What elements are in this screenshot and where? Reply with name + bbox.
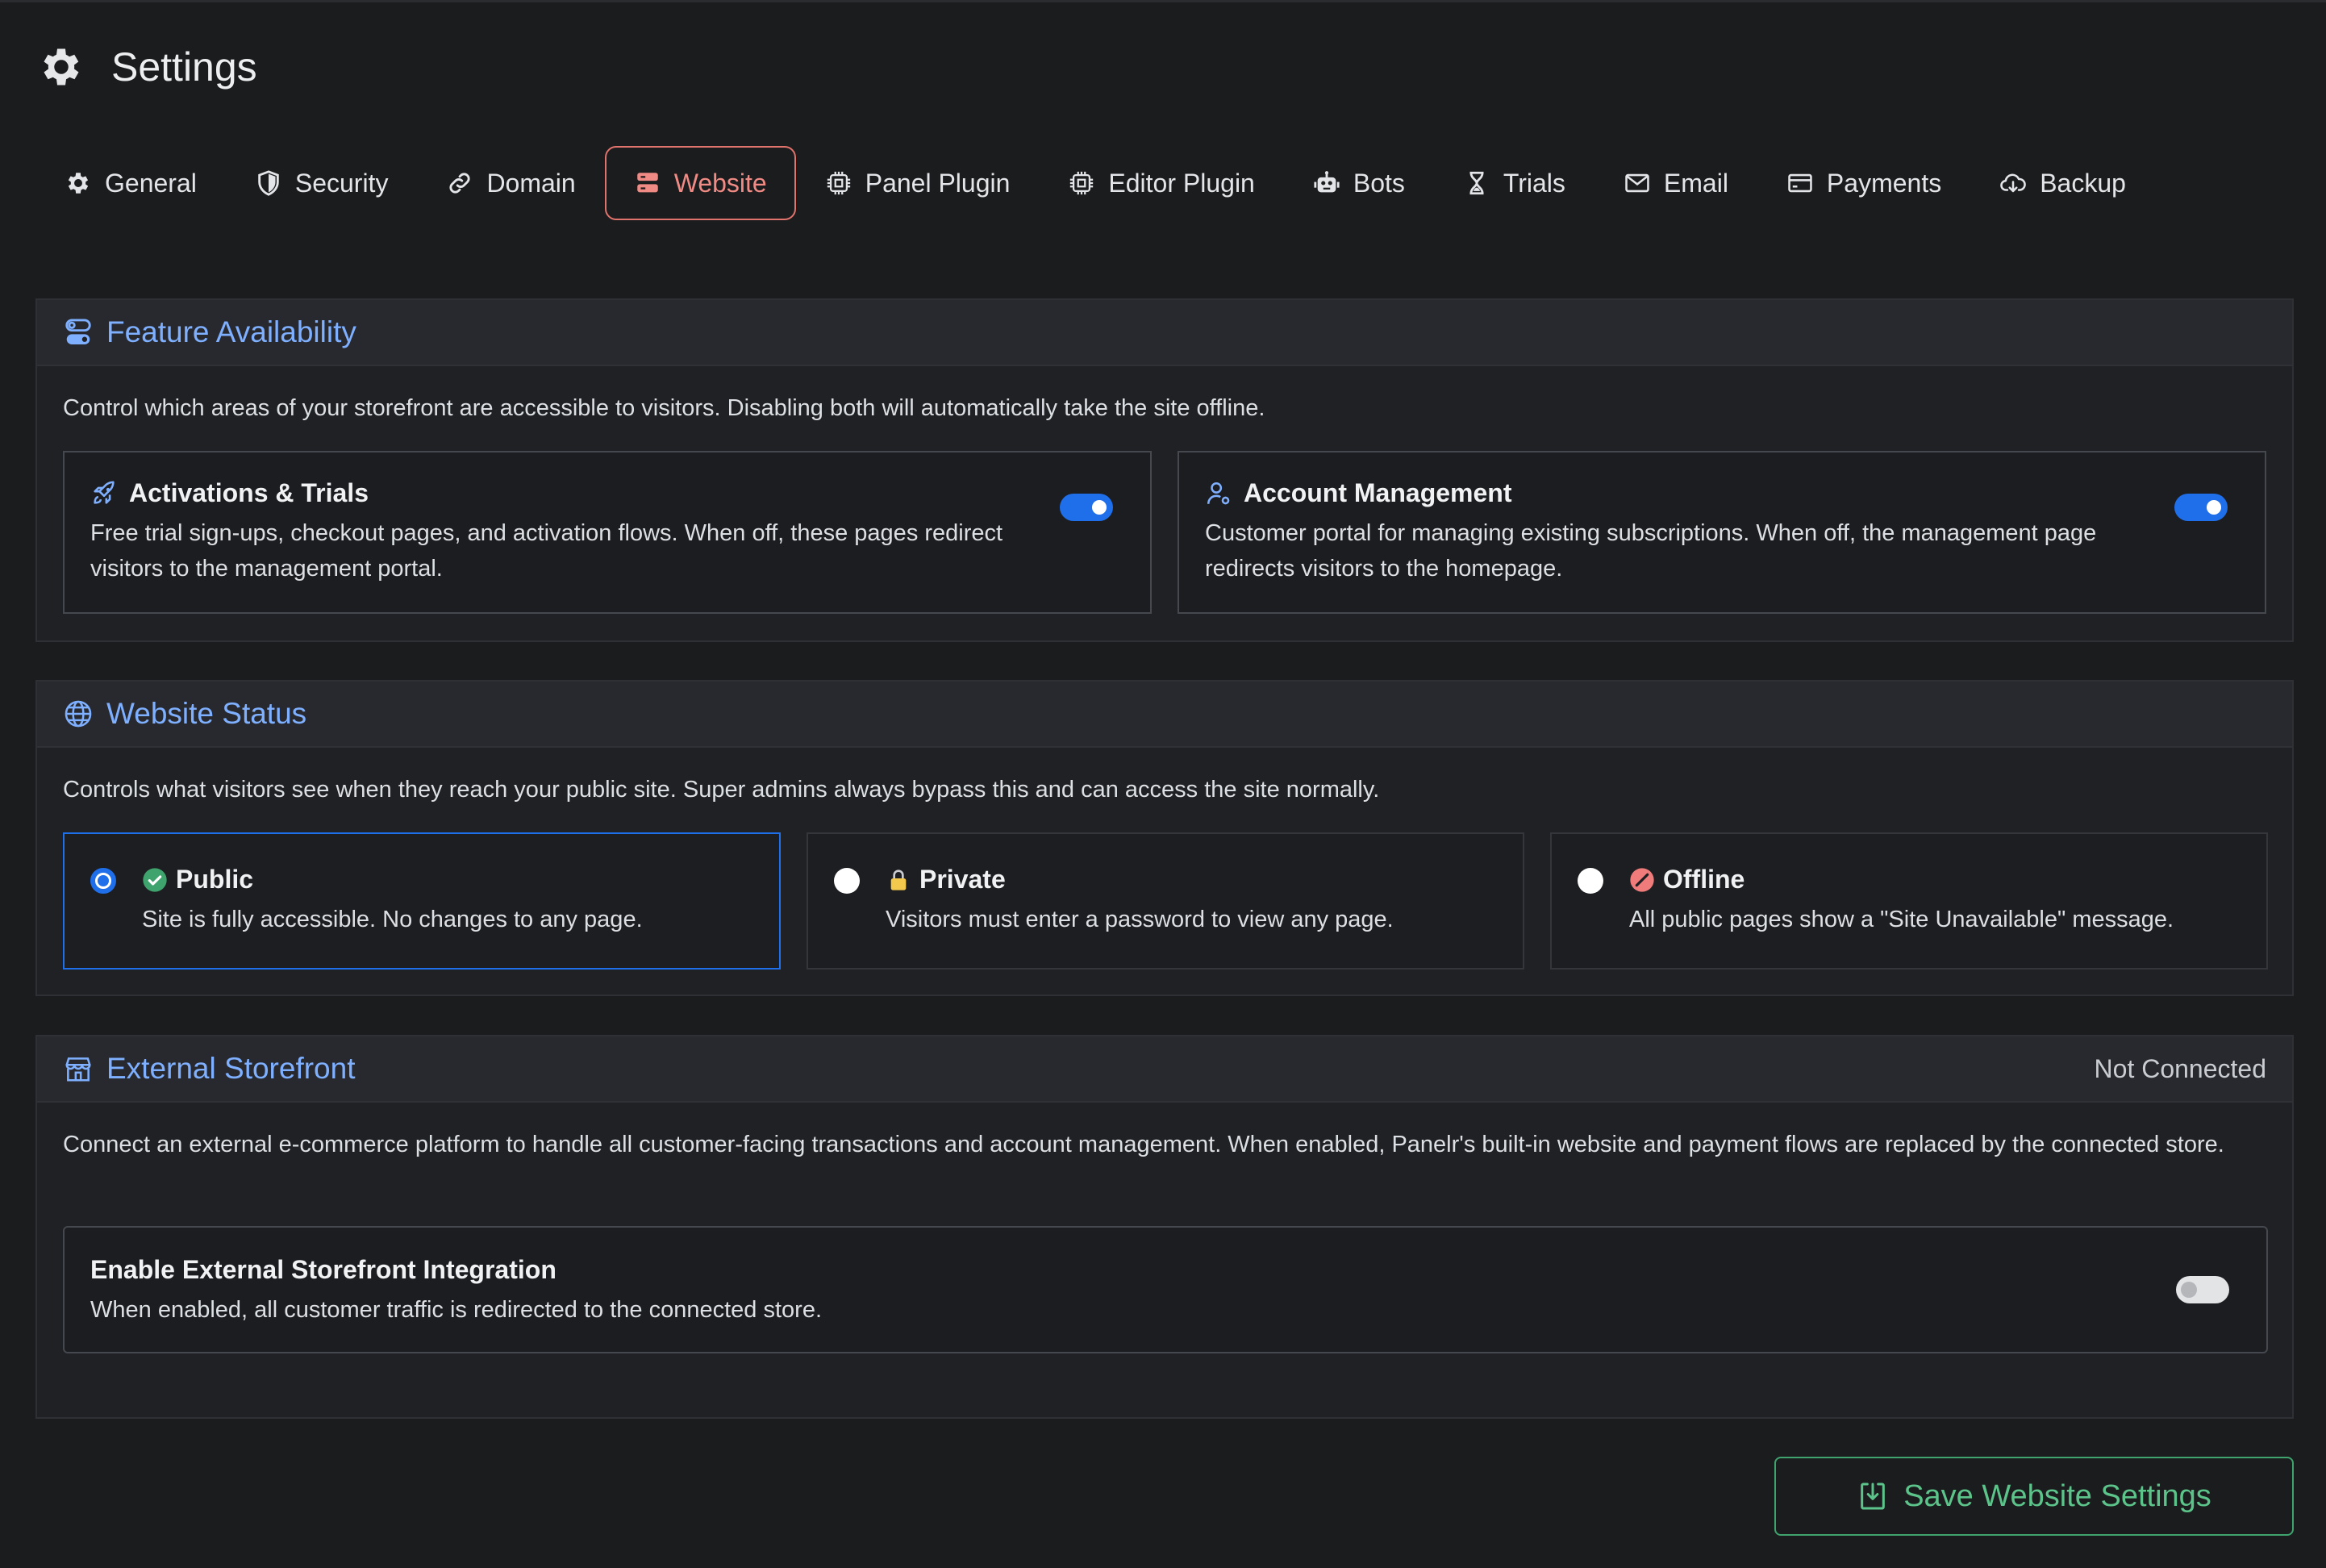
- option-title: Private: [886, 865, 1006, 895]
- option-label: Offline: [1663, 865, 1745, 894]
- card-description: Control which areas of your storefront a…: [63, 395, 1265, 421]
- tab-label: Website: [673, 168, 767, 198]
- integration-title: Enable External Storefront Integration: [90, 1255, 556, 1284]
- check-circle-icon: [143, 867, 167, 892]
- tab-label: Email: [1663, 168, 1728, 198]
- tab-email[interactable]: Email: [1594, 146, 1757, 220]
- card-title: Feature Availability: [106, 315, 356, 348]
- option-label: Public: [176, 865, 254, 894]
- chip-icon: [1070, 171, 1094, 195]
- tab-panel-plugin[interactable]: Panel Plugin: [796, 146, 1040, 220]
- activations-trials-panel: Activations & Trials Free trial sign-ups…: [63, 451, 1152, 614]
- tab-payments[interactable]: Payments: [1757, 146, 1970, 220]
- integration-description: When enabled, all customer traffic is re…: [90, 1297, 823, 1323]
- tab-website[interactable]: Website: [604, 146, 796, 220]
- status-option-public[interactable]: Public Site is fully accessible. No chan…: [63, 832, 781, 970]
- card-title: Website Status: [106, 697, 307, 730]
- tab-backup[interactable]: Backup: [1970, 146, 2155, 220]
- tab-domain[interactable]: Domain: [417, 146, 604, 220]
- connection-status: Not Connected: [2094, 1053, 2266, 1083]
- save-website-settings-button[interactable]: Save Website Settings: [1774, 1457, 2294, 1536]
- tab-label: General: [105, 168, 197, 198]
- status-option-private[interactable]: Private Visitors must enter a password t…: [807, 832, 1524, 970]
- card-header: Website Status: [37, 682, 2292, 748]
- tab-label: Editor Plugin: [1108, 168, 1255, 198]
- feature-title: Activations & Trials: [90, 478, 369, 508]
- tab-label: Trials: [1503, 168, 1565, 198]
- save-button-label: Save Website Settings: [1903, 1478, 2211, 1513]
- user-gear-icon: [1207, 482, 1230, 504]
- option-title: Public: [142, 865, 253, 895]
- tab-label: Domain: [486, 168, 576, 198]
- tab-label: Security: [294, 168, 389, 198]
- radio-private[interactable]: [834, 868, 860, 894]
- gear-icon: [68, 173, 89, 194]
- tab-label: Bots: [1353, 168, 1405, 198]
- option-label: Private: [919, 865, 1006, 894]
- tab-trials[interactable]: Trials: [1434, 146, 1594, 220]
- storefront-icon: [65, 1057, 91, 1082]
- chip-icon: [827, 171, 850, 195]
- option-description: All public pages show a "Site Unavailabl…: [1629, 907, 2174, 932]
- link-icon: [449, 173, 470, 194]
- page-title: Settings: [111, 44, 257, 90]
- external-storefront-card: External Storefront Not Connected Connec…: [35, 1035, 2294, 1419]
- status-option-offline[interactable]: Offline All public pages show a "Site Un…: [1550, 832, 2268, 970]
- card-title: External Storefront: [106, 1052, 356, 1085]
- settings-tabs: General Security Domain Website Panel Pl…: [35, 146, 2155, 220]
- robot-icon: [1314, 171, 1340, 193]
- storefront-toggle[interactable]: [2176, 1276, 2229, 1303]
- lock-icon: [890, 869, 907, 890]
- card-description: Connect an external e-commerce platform …: [63, 1132, 2224, 1157]
- rocket-icon: [94, 481, 115, 504]
- option-title: Offline: [1629, 865, 1744, 895]
- card-description: Controls what visitors see when they rea…: [63, 777, 1380, 803]
- tab-label: Payments: [1826, 168, 1942, 198]
- feature-description: Free trial sign-ups, checkout pages, and…: [90, 520, 1003, 582]
- tab-label: Panel Plugin: [865, 168, 1011, 198]
- account-management-panel: Account Management Customer portal for m…: [1178, 451, 2266, 614]
- card-header: External Storefront Not Connected: [37, 1036, 2292, 1103]
- activations-toggle[interactable]: [1060, 494, 1113, 521]
- server-icon: [636, 173, 658, 193]
- radio-offline[interactable]: [1578, 868, 1603, 894]
- page-header: Settings: [37, 43, 257, 91]
- envelope-icon: [1625, 173, 1649, 193]
- feature-title-text: Account Management: [1244, 478, 1512, 507]
- storefront-integration-panel: Enable External Storefront Integration W…: [63, 1226, 2268, 1353]
- tab-bots[interactable]: Bots: [1284, 146, 1434, 220]
- radio-public[interactable]: [90, 868, 116, 894]
- feature-description: Customer portal for managing existing su…: [1205, 520, 2097, 582]
- no-entry-icon: [1630, 867, 1654, 892]
- tab-label: Backup: [2040, 168, 2126, 198]
- save-download-icon: [1861, 1483, 1886, 1510]
- option-description: Visitors must enter a password to view a…: [886, 907, 1394, 932]
- feature-title: Account Management: [1205, 478, 1511, 508]
- cloud-download-icon: [2000, 173, 2026, 193]
- feature-availability-card: Feature Availability Control which areas…: [35, 298, 2294, 642]
- toggles-icon: [65, 319, 91, 345]
- tab-security[interactable]: Security: [226, 146, 418, 220]
- globe-icon: [65, 700, 92, 728]
- account-management-toggle[interactable]: [2174, 494, 2228, 521]
- shield-icon: [258, 170, 279, 196]
- feature-title-text: Activations & Trials: [129, 478, 369, 507]
- option-description: Site is fully accessible. No changes to …: [142, 907, 643, 932]
- tab-editor-plugin[interactable]: Editor Plugin: [1039, 146, 1283, 220]
- hourglass-icon: [1469, 171, 1484, 195]
- tab-general[interactable]: General: [35, 146, 226, 220]
- card-header: Feature Availability: [37, 300, 2292, 366]
- website-status-card: Website Status Controls what visitors se…: [35, 680, 2294, 996]
- card-icon: [1788, 173, 1812, 193]
- gear-icon: [44, 48, 79, 85]
